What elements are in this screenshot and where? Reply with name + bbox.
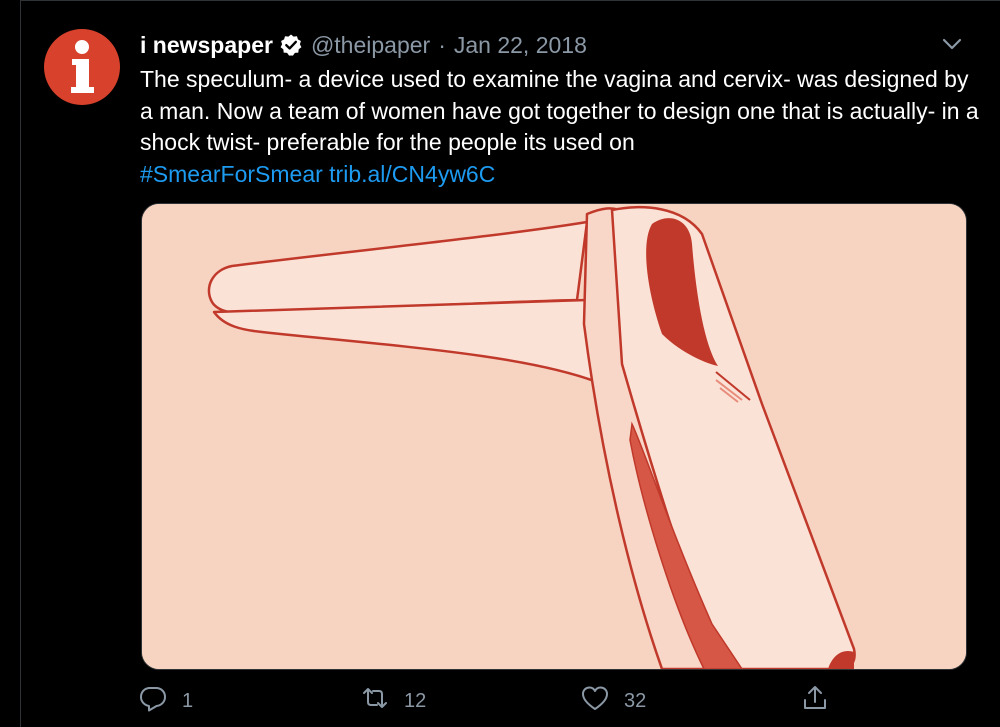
tweet-actions: 1 12 32 xyxy=(136,684,836,718)
retweet-icon xyxy=(360,683,390,719)
verified-badge-icon xyxy=(279,33,303,57)
tweet-body: The speculum- a device used to examine t… xyxy=(140,66,979,155)
reply-button[interactable]: 1 xyxy=(138,684,193,718)
tweet-media-image[interactable] xyxy=(141,203,967,670)
display-name[interactable]: i newspaper xyxy=(140,32,273,59)
like-count: 32 xyxy=(624,689,647,712)
chevron-down-icon[interactable] xyxy=(938,30,966,58)
share-icon xyxy=(800,683,830,719)
i-logo-icon xyxy=(71,40,94,93)
reply-count: 1 xyxy=(182,689,194,712)
like-button[interactable]: 32 xyxy=(580,684,646,718)
tweet-header: i newspaper @theipaper · Jan 22, 2018 xyxy=(140,30,587,60)
url-link[interactable]: trib.al/CN4yw6C xyxy=(329,161,495,187)
retweet-count: 12 xyxy=(404,689,427,712)
hashtag-link[interactable]: #SmearForSmear xyxy=(140,161,323,187)
speculum-illustration xyxy=(142,204,966,669)
tweet-text: The speculum- a device used to examine t… xyxy=(140,64,985,190)
avatar[interactable] xyxy=(44,29,120,105)
share-button[interactable] xyxy=(800,684,830,718)
tweet-date[interactable]: Jan 22, 2018 xyxy=(454,32,587,59)
retweet-button[interactable]: 12 xyxy=(360,684,426,718)
heart-icon xyxy=(580,683,610,719)
reply-icon xyxy=(138,683,168,719)
handle[interactable]: @theipaper xyxy=(311,32,430,59)
separator-dot: · xyxy=(438,31,446,58)
